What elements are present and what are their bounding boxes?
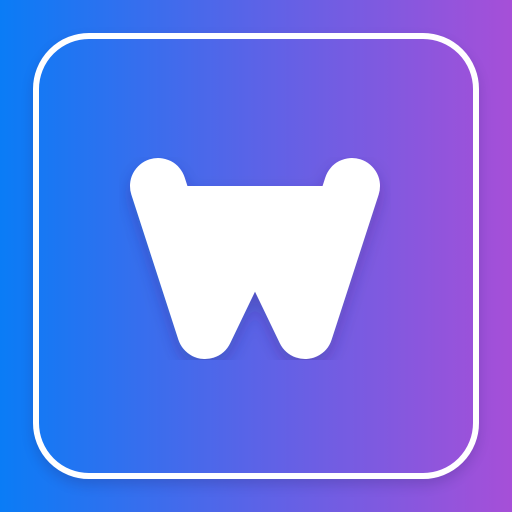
app-icon xyxy=(0,0,512,512)
w-letter-icon xyxy=(130,158,380,359)
w-letter-glyph xyxy=(130,158,380,359)
